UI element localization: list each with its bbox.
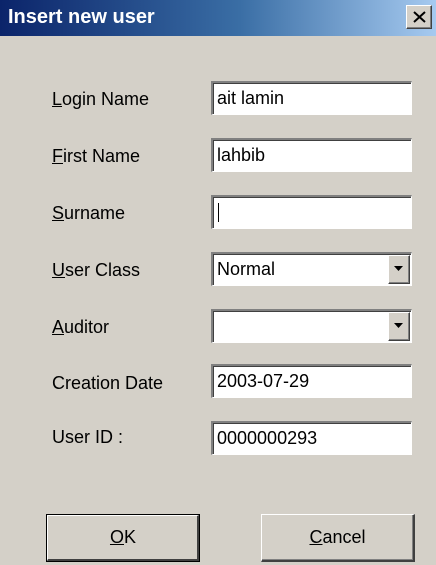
auditor-label: Auditor xyxy=(52,317,109,338)
cancel-label-text: ancel xyxy=(322,527,366,547)
user-id-value: 0000000293 xyxy=(217,428,318,448)
title-bar[interactable]: Insert new user xyxy=(0,0,436,36)
ok-button-label: OK xyxy=(110,527,136,547)
user-id-label: User ID : xyxy=(52,427,124,447)
user-id-input[interactable]: 0000000293 xyxy=(211,421,412,455)
login-name-label-text: ogin Name xyxy=(62,89,150,109)
ok-label-text: K xyxy=(124,527,137,547)
first-name-label-text: irst Name xyxy=(63,146,141,166)
auditor-mnemonic: A xyxy=(52,317,65,337)
creation-date-label: Creation Date xyxy=(52,373,164,393)
user-class-mnemonic: U xyxy=(52,260,65,280)
user-class-value: Normal xyxy=(217,259,276,279)
close-icon xyxy=(413,11,426,23)
auditor-label-text: uditor xyxy=(64,317,110,337)
surname-mnemonic: S xyxy=(52,203,65,223)
login-name-input[interactable]: ait lamin xyxy=(211,81,412,115)
surname-label: Surname xyxy=(52,203,125,224)
insert-user-dialog: Insert new user Login Name ait lamin Fir… xyxy=(0,0,436,565)
ok-button[interactable]: OK xyxy=(46,514,200,562)
first-name-input[interactable]: lahbib xyxy=(211,138,412,172)
login-name-mnemonic: L xyxy=(52,89,63,109)
surname-label-text: urname xyxy=(64,203,126,223)
surname-input[interactable] xyxy=(211,195,412,229)
creation-date-value: 2003-07-29 xyxy=(217,371,310,391)
login-name-value: ait lamin xyxy=(217,88,285,108)
user-class-dropdown-button[interactable] xyxy=(388,255,410,284)
cancel-button-label: Cancel xyxy=(309,527,365,547)
cancel-mnemonic: C xyxy=(309,527,323,547)
first-name-mnemonic: F xyxy=(52,146,63,166)
dialog-title: Insert new user xyxy=(8,6,155,28)
auditor-select[interactable] xyxy=(211,309,412,343)
close-button[interactable] xyxy=(406,5,432,29)
chevron-down-icon xyxy=(394,266,403,271)
first-name-label: First Name xyxy=(52,146,140,167)
text-caret xyxy=(218,203,219,222)
creation-date-input[interactable]: 2003-07-29 xyxy=(211,364,412,398)
first-name-value: lahbib xyxy=(217,145,266,165)
auditor-dropdown-button[interactable] xyxy=(388,312,410,341)
cancel-button[interactable]: Cancel xyxy=(261,514,415,562)
user-class-select[interactable]: Normal xyxy=(211,252,412,286)
chevron-down-icon xyxy=(394,323,403,328)
ok-mnemonic: O xyxy=(109,527,124,547)
login-name-label: Login Name xyxy=(52,89,149,110)
user-class-label: User Class xyxy=(52,260,140,281)
user-class-label-text: ser Class xyxy=(65,260,141,280)
